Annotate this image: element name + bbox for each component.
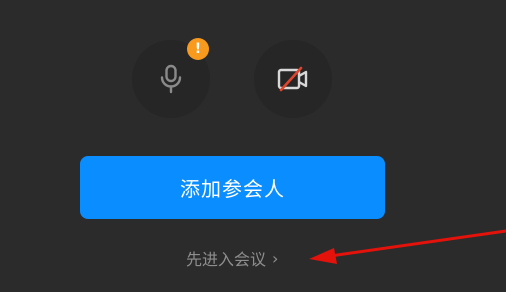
- enter-meeting-label: 先进入会议: [186, 250, 267, 269]
- mic-warning-badge: !: [187, 38, 209, 60]
- camera-off-icon: [277, 66, 308, 92]
- enter-meeting-link[interactable]: 先进入会议 ›: [186, 246, 278, 270]
- camera-toggle-button[interactable]: [254, 40, 332, 118]
- microphone-icon: [160, 64, 182, 94]
- meeting-join-panel: ! 添加参会人 先进入会议 ›: [0, 0, 506, 292]
- chevron-right-icon: ›: [272, 248, 279, 268]
- add-participants-button[interactable]: 添加参会人: [80, 156, 385, 219]
